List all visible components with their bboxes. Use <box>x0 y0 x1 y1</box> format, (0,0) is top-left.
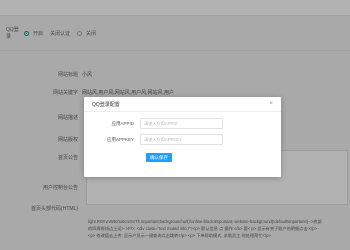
appkey-label: 应用APPKEY <box>106 136 134 142</box>
modal-title: QQ登录配置 <box>92 101 120 108</box>
appkey-input[interactable] <box>140 134 223 145</box>
close-icon[interactable]: × <box>269 101 273 107</box>
save-button[interactable]: 确认保存 <box>146 153 172 162</box>
appid-label: 应用APPID <box>111 120 134 126</box>
appid-input[interactable] <box>140 118 223 129</box>
appkey-row: 应用APPKEY <box>84 134 223 145</box>
modal-header: QQ登录配置 × <box>84 97 281 112</box>
appid-row: 应用APPID <box>84 118 223 129</box>
qq-config-modal: QQ登录配置 × 应用APPID 应用APPKEY 确认保存 <box>84 97 281 177</box>
